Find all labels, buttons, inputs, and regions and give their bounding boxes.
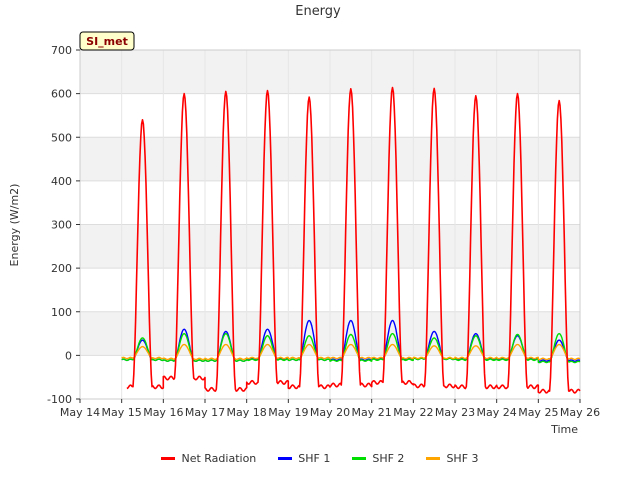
y-tick-label: 500 <box>51 131 72 144</box>
x-tick-label: May 23 <box>435 406 475 419</box>
x-axis-label: Time <box>550 423 578 436</box>
x-tick-label: May 19 <box>268 406 308 419</box>
legend-item: SHF 1 <box>278 452 330 465</box>
legend-item: Net Radiation <box>161 452 256 465</box>
badge-label: SI_met <box>86 35 128 48</box>
legend-swatch <box>352 457 367 460</box>
y-tick-label: 400 <box>51 175 72 188</box>
y-tick-label: 200 <box>51 262 72 275</box>
x-tick-label: May 15 <box>102 406 142 419</box>
legend-label: Net Radiation <box>181 452 257 465</box>
legend: Net Radiation SHF 1 SHF 2 SHF 3 <box>0 452 640 465</box>
x-tick-label: May 24 <box>477 406 517 419</box>
chart-title: Energy <box>295 4 341 19</box>
station-badge: SI_met <box>79 31 135 51</box>
legend-swatch <box>278 457 293 460</box>
x-tick-label: May 18 <box>227 406 267 419</box>
energy-chart: Energy May 14 May 15 May 16 May 17 May 18 May… <box>8 4 600 436</box>
x-tick-label: May 22 <box>393 406 433 419</box>
y-tick-label: -100 <box>47 393 72 406</box>
x-tick-label: May 20 <box>310 406 350 419</box>
x-tick-label: May 14 <box>60 406 100 419</box>
x-tick-label: May 25 <box>518 406 558 419</box>
x-tick-label: May 21 <box>352 406 392 419</box>
legend-item: SHF 2 <box>352 452 404 465</box>
y-tick-label: 300 <box>51 219 72 232</box>
y-axis-ticks: -100 0 100 200 300 400 500 600 700 <box>47 44 80 406</box>
y-tick-label: 600 <box>51 88 72 101</box>
x-tick-label: May 16 <box>143 406 183 419</box>
legend-label: SHF 1 <box>298 452 331 465</box>
y-tick-label: 0 <box>65 349 72 362</box>
legend-label: SHF 2 <box>372 452 405 465</box>
legend-swatch <box>426 457 441 460</box>
legend-item: SHF 3 <box>426 452 479 465</box>
x-tick-label: May 26 <box>560 406 600 419</box>
legend-swatch <box>161 457 176 460</box>
y-tick-label: 700 <box>51 44 72 57</box>
legend-label: SHF 3 <box>446 452 479 465</box>
y-axis-label: Energy (W/m2) <box>8 184 21 267</box>
x-tick-label: May 17 <box>185 406 225 419</box>
x-axis-ticks: May 14 May 15 May 16 May 17 May 18 May 19 May … <box>60 399 600 419</box>
y-tick-label: 100 <box>51 306 72 319</box>
